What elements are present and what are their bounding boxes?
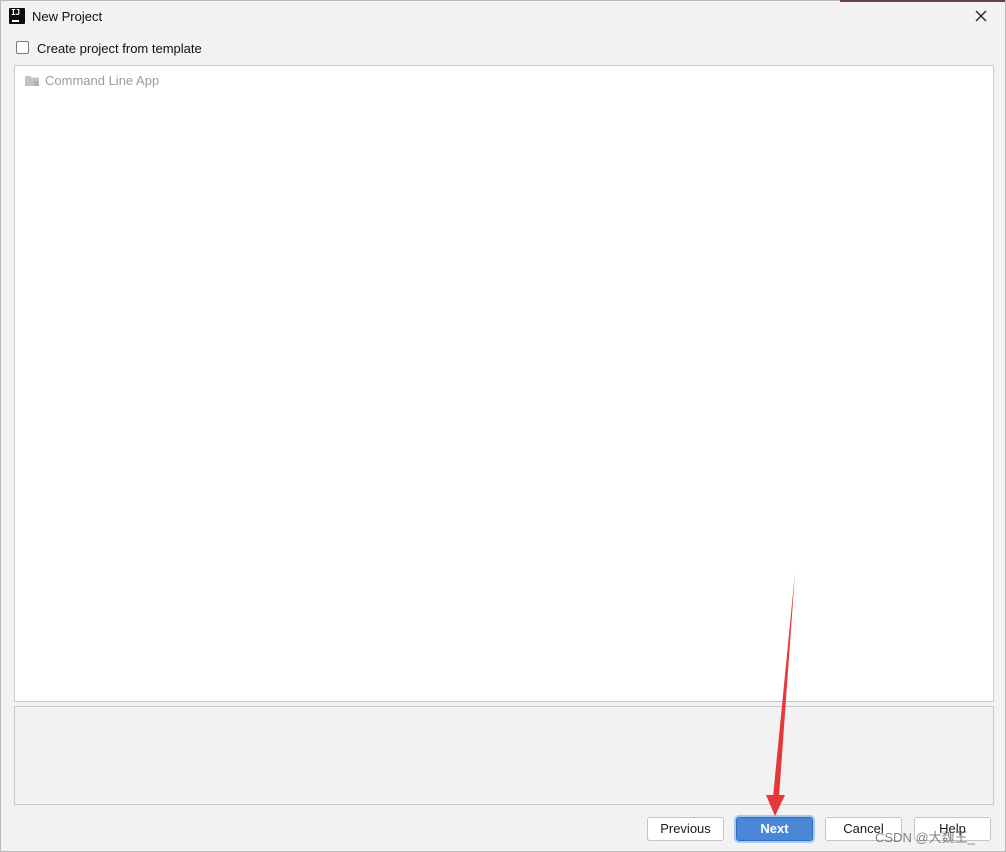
cancel-button[interactable]: Cancel bbox=[825, 817, 902, 841]
close-button[interactable] bbox=[963, 3, 999, 29]
template-description-panel bbox=[14, 706, 994, 805]
new-project-dialog: IJ New Project Create project from templ… bbox=[0, 0, 1006, 852]
previous-button[interactable]: Previous bbox=[647, 817, 724, 841]
create-from-template-checkbox[interactable] bbox=[16, 41, 29, 54]
folder-icon bbox=[25, 76, 39, 86]
next-button[interactable]: Next bbox=[736, 817, 813, 841]
title-bar[interactable]: IJ New Project bbox=[1, 1, 1005, 31]
help-button[interactable]: Help bbox=[914, 817, 991, 841]
template-item-label: Command Line App bbox=[45, 73, 160, 88]
close-icon bbox=[975, 10, 987, 22]
create-from-template-label[interactable]: Create project from template bbox=[37, 41, 202, 56]
intellij-idea-icon: IJ bbox=[9, 8, 25, 24]
dialog-title: New Project bbox=[32, 9, 103, 24]
template-list[interactable]: Command Line App bbox=[14, 65, 994, 702]
